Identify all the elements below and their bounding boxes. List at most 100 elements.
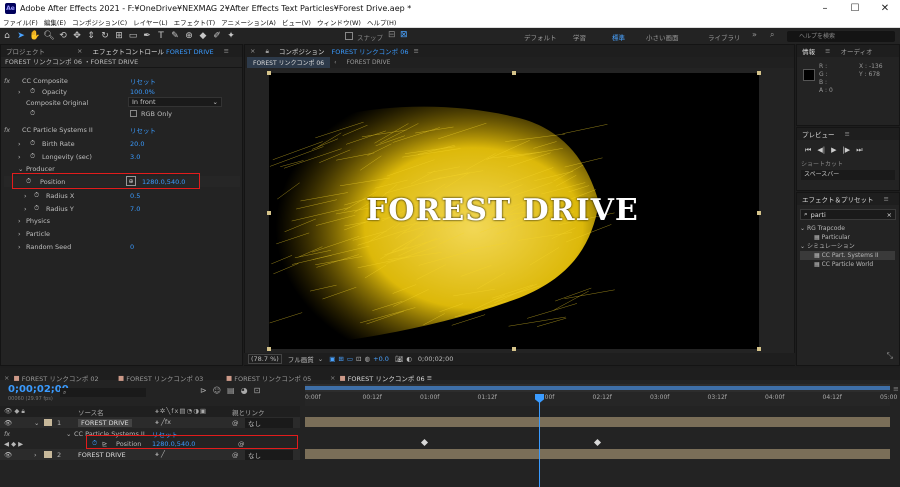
close-tab-icon[interactable]: ×	[4, 374, 9, 382]
tree-group[interactable]: ⌄ RG Trapcode	[800, 224, 899, 233]
dolly-tool-icon[interactable]: ⇕	[84, 29, 98, 43]
tab-audio[interactable]: オーディオ	[835, 46, 877, 56]
shortcut-dropdown[interactable]: スペースバー	[801, 170, 895, 180]
workspace-more-icon[interactable]: »	[752, 30, 757, 39]
timeline-menu-icon[interactable]: ≡	[893, 385, 899, 393]
playhead-line[interactable]	[539, 395, 540, 487]
tree-item-cc-particle-world[interactable]: ▦ CC Particle World	[800, 260, 899, 269]
effect-cc-composite-row[interactable]: fx CC Composite リセット	[4, 75, 240, 86]
expand-arrow-icon[interactable]: ⌄	[66, 430, 71, 438]
layer-row-1[interactable]: 👁︎ ⌄ 1 FOREST DRIVE ⚹ ╱fx @ なし	[0, 417, 300, 428]
eye-icon[interactable]: 👁︎	[4, 451, 12, 459]
workspace-libraries[interactable]: ライブラリ	[708, 32, 741, 42]
expand-arrow-icon[interactable]: ›	[18, 140, 21, 148]
random-seed-row[interactable]: › Random Seed 0	[4, 241, 240, 252]
workspace-standard[interactable]: 標準	[612, 32, 625, 42]
roto-tool-icon[interactable]: ✐	[210, 29, 224, 43]
close-tab-icon[interactable]: ×	[330, 374, 335, 382]
longevity-row[interactable]: › ⏱ Longevity (sec) 3.0	[4, 151, 240, 162]
next-frame-icon[interactable]: |▶	[842, 146, 850, 155]
maximize-button[interactable]: ☐	[840, 0, 870, 17]
timeline-search-input[interactable]: ⌕	[60, 388, 146, 397]
composite-original-dropdown[interactable]: In front ⌄	[128, 97, 222, 107]
close-tab-icon[interactable]: ×	[245, 47, 260, 55]
menu-file[interactable]: ファイル(F)	[0, 17, 41, 27]
radius-y-row[interactable]: › ⏱ Radius Y 7.0	[4, 203, 240, 214]
comp-title-text[interactable]: FOREST DRIVE	[366, 193, 639, 228]
layer-2-bar[interactable]	[305, 449, 890, 459]
layer-row-2[interactable]: 👁︎ › 2 FOREST DRIVE ⚹ ╱ @ なし	[0, 449, 300, 460]
menu-window[interactable]: ウィンドウ(W)	[314, 17, 364, 27]
timeline-tab-03[interactable]: ■ FOREST リンクコンポ 03	[118, 373, 203, 383]
effect-cc-particle-systems-row[interactable]: fx CC Particle Systems II リセット	[4, 124, 240, 135]
handle-tc[interactable]	[512, 71, 516, 75]
rectangle-tool-icon[interactable]: ▭	[126, 29, 140, 43]
layer-switches[interactable]: ⚹ ╱	[155, 450, 165, 459]
workspace-learn[interactable]: 学習	[573, 32, 586, 42]
layer-switches[interactable]: ⚹ ╱fx	[155, 418, 171, 427]
layer-name[interactable]: FOREST DRIVE	[78, 418, 132, 427]
eraser-tool-icon[interactable]: ◆	[196, 29, 210, 43]
expand-arrow-icon[interactable]: ›	[34, 451, 37, 459]
tree-group[interactable]: ⌄ シミュレーション	[800, 242, 899, 251]
longevity-value[interactable]: 3.0	[130, 153, 140, 161]
panel-menu-icon[interactable]: ≡	[879, 195, 894, 203]
last-frame-icon[interactable]: ⏭	[856, 146, 862, 155]
composition-lock-icon[interactable]: 🔒︎	[260, 47, 273, 56]
selection-tool-icon[interactable]: ➤	[14, 29, 28, 43]
handle-mr[interactable]	[757, 211, 761, 215]
orbit-tool-icon[interactable]: ⟲	[56, 29, 70, 43]
expand-arrow-icon[interactable]: ›	[18, 88, 21, 96]
physics-group-row[interactable]: › Physics	[4, 215, 240, 226]
motion-blur-icon[interactable]: ◕	[241, 386, 248, 395]
parent-dropdown[interactable]: なし	[245, 449, 293, 460]
radius-y-value[interactable]: 7.0	[130, 205, 140, 213]
menu-composition[interactable]: コンポジション(C)	[69, 17, 130, 27]
parent-pick-icon[interactable]: @	[232, 419, 239, 427]
zoom-dropdown[interactable]: (78.7 %)	[248, 354, 282, 364]
clone-tool-icon[interactable]: ⊕	[182, 29, 196, 43]
pan-tool-icon[interactable]: ✥	[70, 29, 84, 43]
handle-bc[interactable]	[512, 347, 516, 351]
composition-canvas[interactable]: FOREST DRIVE	[269, 73, 759, 349]
resize-icon[interactable]: ⤡	[887, 351, 893, 361]
opacity-value[interactable]: 100.0%	[130, 88, 155, 96]
subtab-layer[interactable]: FOREST DRIVE	[340, 59, 396, 66]
expand-arrow-icon[interactable]: ›	[24, 192, 27, 200]
panel-menu-icon[interactable]: ≡	[408, 47, 423, 55]
menu-layer[interactable]: レイヤー(L)	[130, 17, 171, 27]
help-search-input[interactable]: ヘルプを検索	[787, 31, 895, 42]
region-icon[interactable]: ▣	[329, 355, 335, 363]
radius-x-row[interactable]: › ⏱ Radius X 0.5	[4, 190, 240, 201]
show-snapshot-icon[interactable]: ◐	[406, 355, 412, 363]
pen-tool-icon[interactable]: ✒	[140, 29, 154, 43]
stopwatch-icon[interactable]: ⏱	[30, 139, 35, 148]
brush-tool-icon[interactable]: ✎	[168, 29, 182, 43]
zoom-tool-icon[interactable]: 🔍︎	[42, 29, 56, 43]
exposure-value[interactable]: +0.0	[373, 355, 389, 363]
shy-icon[interactable]: ☺	[213, 386, 221, 395]
layer-name[interactable]: FOREST DRIVE	[78, 451, 126, 459]
parent-pick-icon[interactable]: @	[232, 451, 239, 459]
stopwatch-icon[interactable]: ⏱	[34, 204, 39, 213]
transparency-grid-icon[interactable]: ⊞	[338, 355, 343, 363]
view-layout-icon[interactable]: ⊡	[356, 355, 361, 363]
time-ruler[interactable]: 0:00f 00:12f 01:00f 01:12f 02:00f 02:12f 03:00…	[305, 392, 897, 406]
minimize-button[interactable]: –	[810, 0, 840, 17]
reset-link[interactable]: リセット	[130, 125, 156, 135]
quality-dropdown[interactable]: フル画質	[288, 354, 314, 364]
tree-item-particular[interactable]: ▦ Particular	[800, 233, 899, 242]
type-tool-icon[interactable]: T	[154, 29, 168, 43]
close-button[interactable]: ✕	[870, 0, 900, 17]
snap-options-icon[interactable]: ⊠	[400, 30, 408, 40]
stopwatch-icon[interactable]: ⏱	[30, 152, 35, 161]
expand-arrow-icon[interactable]: ›	[18, 230, 21, 238]
particle-group-row[interactable]: › Particle	[4, 228, 240, 239]
stopwatch-icon[interactable]: ⏱	[30, 87, 35, 96]
birth-rate-value[interactable]: 20.0	[130, 140, 144, 148]
handle-tl[interactable]	[267, 71, 271, 75]
keyframe-nav-icons[interactable]: ◀ ◆ ▶	[4, 440, 23, 448]
timeline-tab-05[interactable]: ■ FOREST リンクコンポ 05	[226, 373, 311, 383]
expand-arrow-icon[interactable]: ›	[18, 217, 21, 225]
workspace-small-screen[interactable]: 小さい画面	[646, 32, 679, 42]
